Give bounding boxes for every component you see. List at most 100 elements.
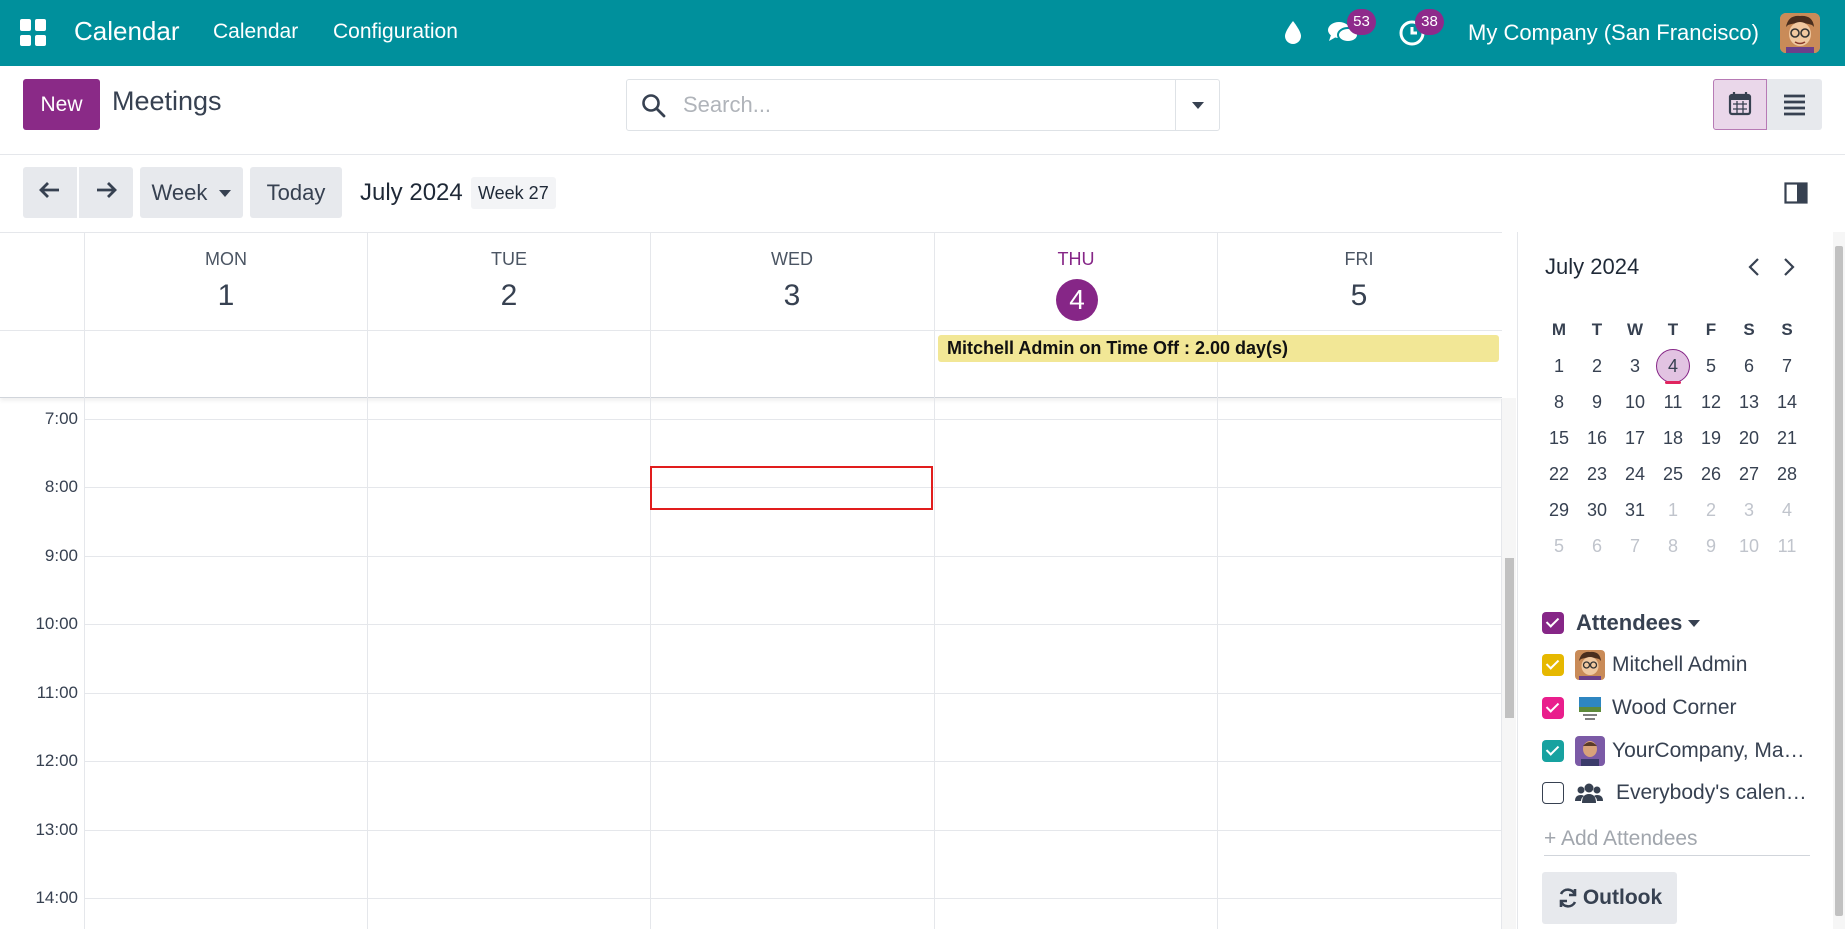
attendee-mitchell-admin[interactable]: Mitchell Admin [1542,650,1808,680]
time-label: 7:00 [44,409,78,428]
mini-calendar-day[interactable]: 14 [1768,384,1806,420]
mini-calendar-day[interactable]: 6 [1578,528,1616,564]
attendee-yourcompany-marc-demo[interactable]: YourCompany, Marc Demo [1542,736,1808,766]
day-header-fri[interactable]: FRI 5 [1217,233,1500,330]
time-label: 11:00 [36,683,78,702]
mini-calendar-day[interactable]: 11 [1654,384,1692,420]
search-options-toggle[interactable] [1175,80,1219,130]
calendar-view-button[interactable] [1713,79,1767,130]
mini-calendar-day[interactable]: 22 [1540,456,1578,492]
weekday-label: F [1705,320,1717,339]
attendee-checkbox[interactable] [1542,697,1564,719]
mini-calendar-day[interactable]: 2 [1692,492,1730,528]
mini-calendar-day[interactable]: 29 [1540,492,1578,528]
attendees-filter-header[interactable]: Attendees [1542,610,1701,636]
mini-calendar-day[interactable]: 7 [1616,528,1654,564]
search-icon [641,93,667,124]
weekday-label: W [1626,320,1644,339]
calendar-sidebar: July 2024 M T W T F S S 1 2 3 4 5 6 7 8 9 10 11 12 13 14 15 16… [1517,232,1845,929]
mini-calendar-day[interactable]: 10 [1730,528,1768,564]
sidebar-scrollbar[interactable] [1833,232,1845,929]
allday-cell[interactable] [650,331,934,399]
add-attendees-input[interactable] [1544,822,1810,856]
company-switcher[interactable]: My Company (San Francisco) [1468,20,1759,46]
nav-calendar[interactable]: Calendar [213,20,298,44]
day-header-thu[interactable]: THU 4 [934,233,1217,330]
day-header-mon[interactable]: MON 1 [84,233,367,330]
outlook-sync-button[interactable]: Outlook [1542,872,1677,924]
mini-calendar-day[interactable]: 28 [1768,456,1806,492]
mini-calendar: M T W T F S S 1 2 3 4 5 6 7 8 9 10 11 12 13 14 15 16 17 18 19 20 21… [1540,312,1806,564]
attendee-checkbox[interactable] [1542,782,1564,804]
scrollbar-thumb[interactable] [1505,558,1514,718]
mini-calendar-day[interactable]: 7 [1768,348,1806,384]
mini-calendar-day[interactable]: 3 [1616,348,1654,384]
mini-calendar-day[interactable]: 1 [1540,348,1578,384]
scale-label: Week [151,179,208,205]
chevron-left-icon[interactable] [1746,256,1762,283]
mini-calendar-day[interactable]: 31 [1616,492,1654,528]
mini-calendar-day[interactable]: 23 [1578,456,1616,492]
mini-calendar-day[interactable]: 3 [1730,492,1768,528]
mini-calendar-day[interactable]: 15 [1540,420,1578,456]
hour-line [85,898,1502,899]
mini-calendar-day[interactable]: 4 [1768,492,1806,528]
mini-calendar-day[interactable]: 27 [1730,456,1768,492]
attendee-checkbox[interactable] [1542,654,1564,676]
checkbox-all-attendees[interactable] [1542,612,1564,634]
allday-cell[interactable] [367,331,650,399]
sidebar-toggle-icon[interactable] [1784,182,1808,209]
weekday-label: S [1743,320,1755,339]
mini-calendar-day[interactable]: 26 [1692,456,1730,492]
time-off-event[interactable]: Mitchell Admin on Time Off : 2.00 day(s) [938,335,1499,362]
mini-calendar-day[interactable]: 5 [1540,528,1578,564]
allday-cell[interactable] [84,331,367,399]
attendee-wood-corner[interactable]: Wood Corner [1542,693,1808,723]
week-grid: MON 1 TUE 2 WED 3 THU 4 FRI 5 Mitchell A… [0,232,1502,929]
previous-button[interactable] [23,167,77,218]
slot-selection[interactable] [650,466,933,510]
list-view-button[interactable] [1767,79,1822,130]
mini-calendar-day[interactable]: 25 [1654,456,1692,492]
mini-calendar-day[interactable]: 1 [1654,492,1692,528]
attendee-checkbox[interactable] [1542,740,1564,762]
mini-calendar-day[interactable]: 30 [1578,492,1616,528]
weekday-label: M [1551,320,1567,339]
mini-calendar-day[interactable]: 10 [1616,384,1654,420]
mini-calendar-day[interactable]: 12 [1692,384,1730,420]
mini-calendar-day[interactable]: 8 [1654,528,1692,564]
mini-calendar-day[interactable]: 20 [1730,420,1768,456]
mini-calendar-day[interactable]: 8 [1540,384,1578,420]
grid-scrollbar[interactable] [1502,398,1516,929]
mini-calendar-day[interactable]: 9 [1578,384,1616,420]
search-input[interactable] [683,92,1163,118]
mini-calendar-day[interactable]: 13 [1730,384,1768,420]
mini-calendar-day[interactable]: 24 [1616,456,1654,492]
user-avatar[interactable] [1780,13,1820,53]
scrollbar-thumb[interactable] [1835,246,1843,916]
hour-line [85,830,1502,831]
droplet-icon[interactable] [1282,19,1304,50]
mini-calendar-day[interactable]: 17 [1616,420,1654,456]
chevron-right-icon[interactable] [1781,256,1797,283]
mini-calendar-day[interactable]: 16 [1578,420,1616,456]
mini-calendar-day[interactable]: 2 [1578,348,1616,384]
day-header-tue[interactable]: TUE 2 [367,233,650,330]
app-title[interactable]: Calendar [74,16,180,47]
next-button[interactable] [79,167,133,218]
mini-calendar-day[interactable]: 5 [1692,348,1730,384]
mini-calendar-day[interactable]: 18 [1654,420,1692,456]
today-button[interactable]: Today [250,167,342,218]
scale-dropdown[interactable]: Week [140,167,243,218]
nav-configuration[interactable]: Configuration [333,20,458,44]
app-menu-icon[interactable] [20,19,47,46]
mini-calendar-today[interactable]: 4 [1654,348,1692,384]
mini-calendar-day[interactable]: 21 [1768,420,1806,456]
mini-calendar-day[interactable]: 11 [1768,528,1806,564]
mini-calendar-day[interactable]: 19 [1692,420,1730,456]
new-button[interactable]: New [23,79,100,130]
mini-calendar-day[interactable]: 6 [1730,348,1768,384]
mini-calendar-day[interactable]: 9 [1692,528,1730,564]
attendee-everybody[interactable]: Everybody's calendars [1542,778,1812,808]
day-header-wed[interactable]: WED 3 [650,233,933,330]
